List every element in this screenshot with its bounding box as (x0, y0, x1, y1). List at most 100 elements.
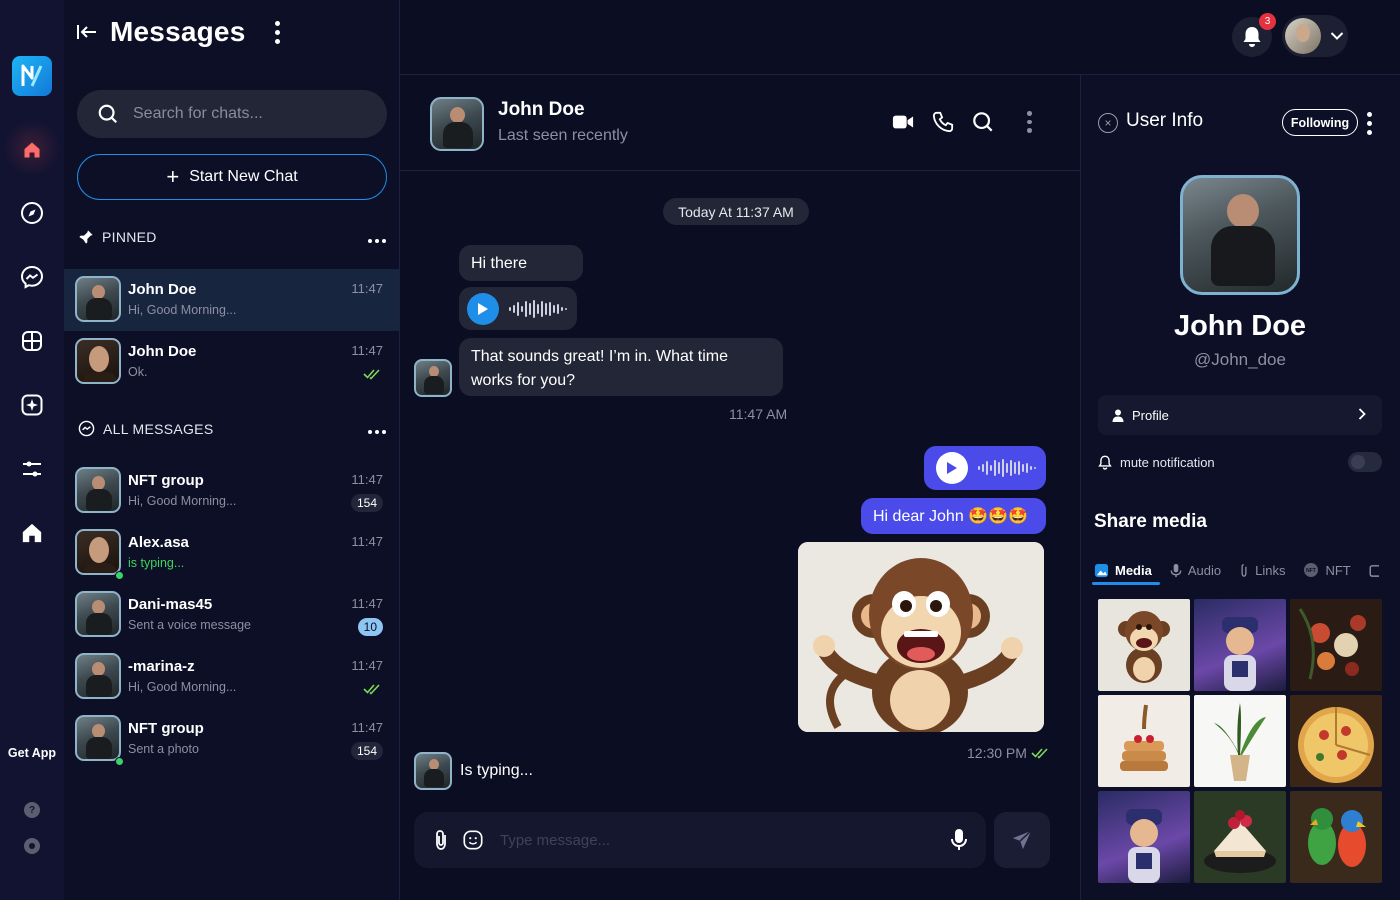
user-info-more-icon[interactable] (1367, 112, 1372, 135)
chat-preview: Sent a voice message (128, 618, 251, 632)
phone-call-icon[interactable] (932, 111, 954, 133)
page-title: Messages (110, 16, 246, 47)
message-input[interactable] (500, 831, 920, 849)
mute-notification-row: mute notification (1098, 452, 1382, 472)
tab-nft[interactable]: NFT NFT (1303, 562, 1351, 578)
profile-name: John Doe (1173, 310, 1307, 342)
avatar (75, 276, 121, 322)
media-thumbnail[interactable] (1194, 695, 1286, 787)
chat-time: 11:47 (351, 596, 383, 611)
start-new-chat-label: Start New Chat (189, 168, 298, 185)
profile-handle: @John_doe (1194, 350, 1286, 369)
tab-more[interactable] (1369, 563, 1385, 578)
chat-list-item[interactable]: NFT group Hi, Good Morning... 11:47 154 (64, 460, 399, 522)
avatar[interactable] (430, 97, 484, 151)
close-icon[interactable]: × (1098, 113, 1118, 133)
collapse-icon[interactable] (76, 23, 98, 41)
tab-label: Links (1255, 562, 1286, 578)
home-outline-icon[interactable] (20, 138, 44, 162)
chat-preview: Hi, Good Morning... (128, 680, 237, 694)
tab-label: NFT (1325, 562, 1351, 578)
tab-audio[interactable]: Audio (1170, 563, 1221, 578)
profile-link[interactable]: Profile (1098, 395, 1382, 435)
media-thumbnail[interactable] (1194, 791, 1286, 883)
start-new-chat-button[interactable]: + Start New Chat (77, 154, 387, 200)
voice-message-outgoing[interactable] (924, 446, 1046, 490)
pinned-more-icon[interactable] (368, 239, 386, 243)
media-thumbnail[interactable] (1290, 695, 1382, 787)
media-thumbnail[interactable] (1098, 599, 1190, 691)
chat-preview: is typing... (128, 556, 185, 570)
avatar (75, 467, 121, 513)
media-thumbnail[interactable] (1290, 599, 1382, 691)
chat-list-item[interactable]: Alex.asa is typing... 11:47 (64, 522, 399, 584)
media-thumbnail[interactable] (1098, 791, 1190, 883)
media-thumbnail[interactable] (1194, 599, 1286, 691)
all-messages-more-icon[interactable] (368, 430, 386, 434)
unread-badge: 154 (350, 494, 383, 512)
emoji-icon[interactable] (462, 829, 484, 851)
message-bubble-outgoing[interactable]: Hi dear John 🤩🤩🤩 (861, 498, 1046, 534)
send-icon (1011, 829, 1033, 851)
mic-small-icon (1170, 563, 1182, 578)
svg-text:NFT: NFT (1307, 568, 1317, 574)
play-icon[interactable] (936, 452, 968, 484)
pinned-section-header: PINNED (78, 229, 157, 245)
avatar (75, 715, 121, 761)
messenger-icon[interactable] (20, 265, 44, 289)
mute-toggle[interactable] (1348, 452, 1382, 472)
link-icon (1239, 563, 1249, 578)
double-check-icon (1031, 747, 1049, 759)
contact-status: Last seen recently (498, 127, 628, 144)
send-button[interactable] (994, 812, 1050, 868)
conversation-more-icon[interactable] (1018, 111, 1040, 134)
search-input[interactable] (133, 105, 363, 123)
chat-search (77, 90, 387, 138)
message-composer (414, 812, 986, 868)
tab-media[interactable]: Media (1094, 563, 1152, 578)
video-call-icon[interactable] (892, 111, 914, 133)
media-thumbnail[interactable] (1290, 791, 1382, 883)
chevron-right-icon (1358, 407, 1366, 424)
message-bubble-incoming[interactable]: That sounds great! I’m in. What time wor… (459, 338, 783, 396)
play-icon[interactable] (467, 292, 499, 325)
app-logo[interactable] (12, 56, 52, 96)
chevron-down-icon (1330, 31, 1344, 41)
image-message[interactable] (798, 542, 1044, 732)
chat-time: 11:47 (351, 720, 383, 735)
voice-message-incoming[interactable] (459, 287, 577, 330)
chat-list-item[interactable]: John Doe Hi, Good Morning... 11:47 (64, 269, 399, 331)
microphone-icon[interactable] (950, 828, 968, 852)
chat-list-item[interactable]: Dani-mas45 Sent a voice message 11:47 10 (64, 584, 399, 646)
get-app-link[interactable]: Get App (0, 746, 64, 760)
typing-indicator: Is typing... (414, 752, 533, 790)
messaging-app: Get App ? Messages + Start New Chat PINN… (0, 0, 1400, 900)
plus-icon: + (166, 164, 180, 189)
message-bubble-incoming[interactable]: Hi there (459, 245, 583, 281)
chat-list-item[interactable]: -marina-z Hi, Good Morning... 11:47 (64, 646, 399, 708)
user-menu[interactable] (1282, 15, 1348, 57)
header-more-icon[interactable] (275, 20, 281, 44)
chat-preview: Sent a photo (128, 742, 199, 756)
media-thumbnail[interactable] (1098, 695, 1190, 787)
help-icon[interactable]: ? (24, 802, 40, 818)
house-icon[interactable] (20, 521, 44, 545)
active-tab-indicator (1092, 582, 1160, 585)
compass-icon[interactable] (20, 201, 44, 225)
chat-time: 11:47 (351, 658, 383, 673)
profile-label: Profile (1132, 407, 1169, 423)
chat-name: -marina-z (128, 658, 195, 675)
settings-dot-icon[interactable] (24, 838, 40, 854)
tab-links[interactable]: Links (1239, 563, 1285, 578)
sparkle-icon[interactable] (20, 393, 44, 417)
monkey-sticker-image (798, 542, 1044, 732)
sliders-icon[interactable] (20, 457, 44, 481)
grid-icon[interactable] (20, 329, 44, 353)
chat-list-item[interactable]: John Doe Ok. 11:47 (64, 331, 399, 393)
following-button[interactable]: Following (1282, 109, 1358, 136)
messenger-small-icon (78, 420, 95, 437)
attachment-icon[interactable] (432, 829, 450, 851)
chat-list-item[interactable]: NFT group Sent a photo 11:47 154 (64, 708, 399, 770)
media-grid (1098, 599, 1385, 883)
search-conversation-icon[interactable] (972, 111, 994, 133)
